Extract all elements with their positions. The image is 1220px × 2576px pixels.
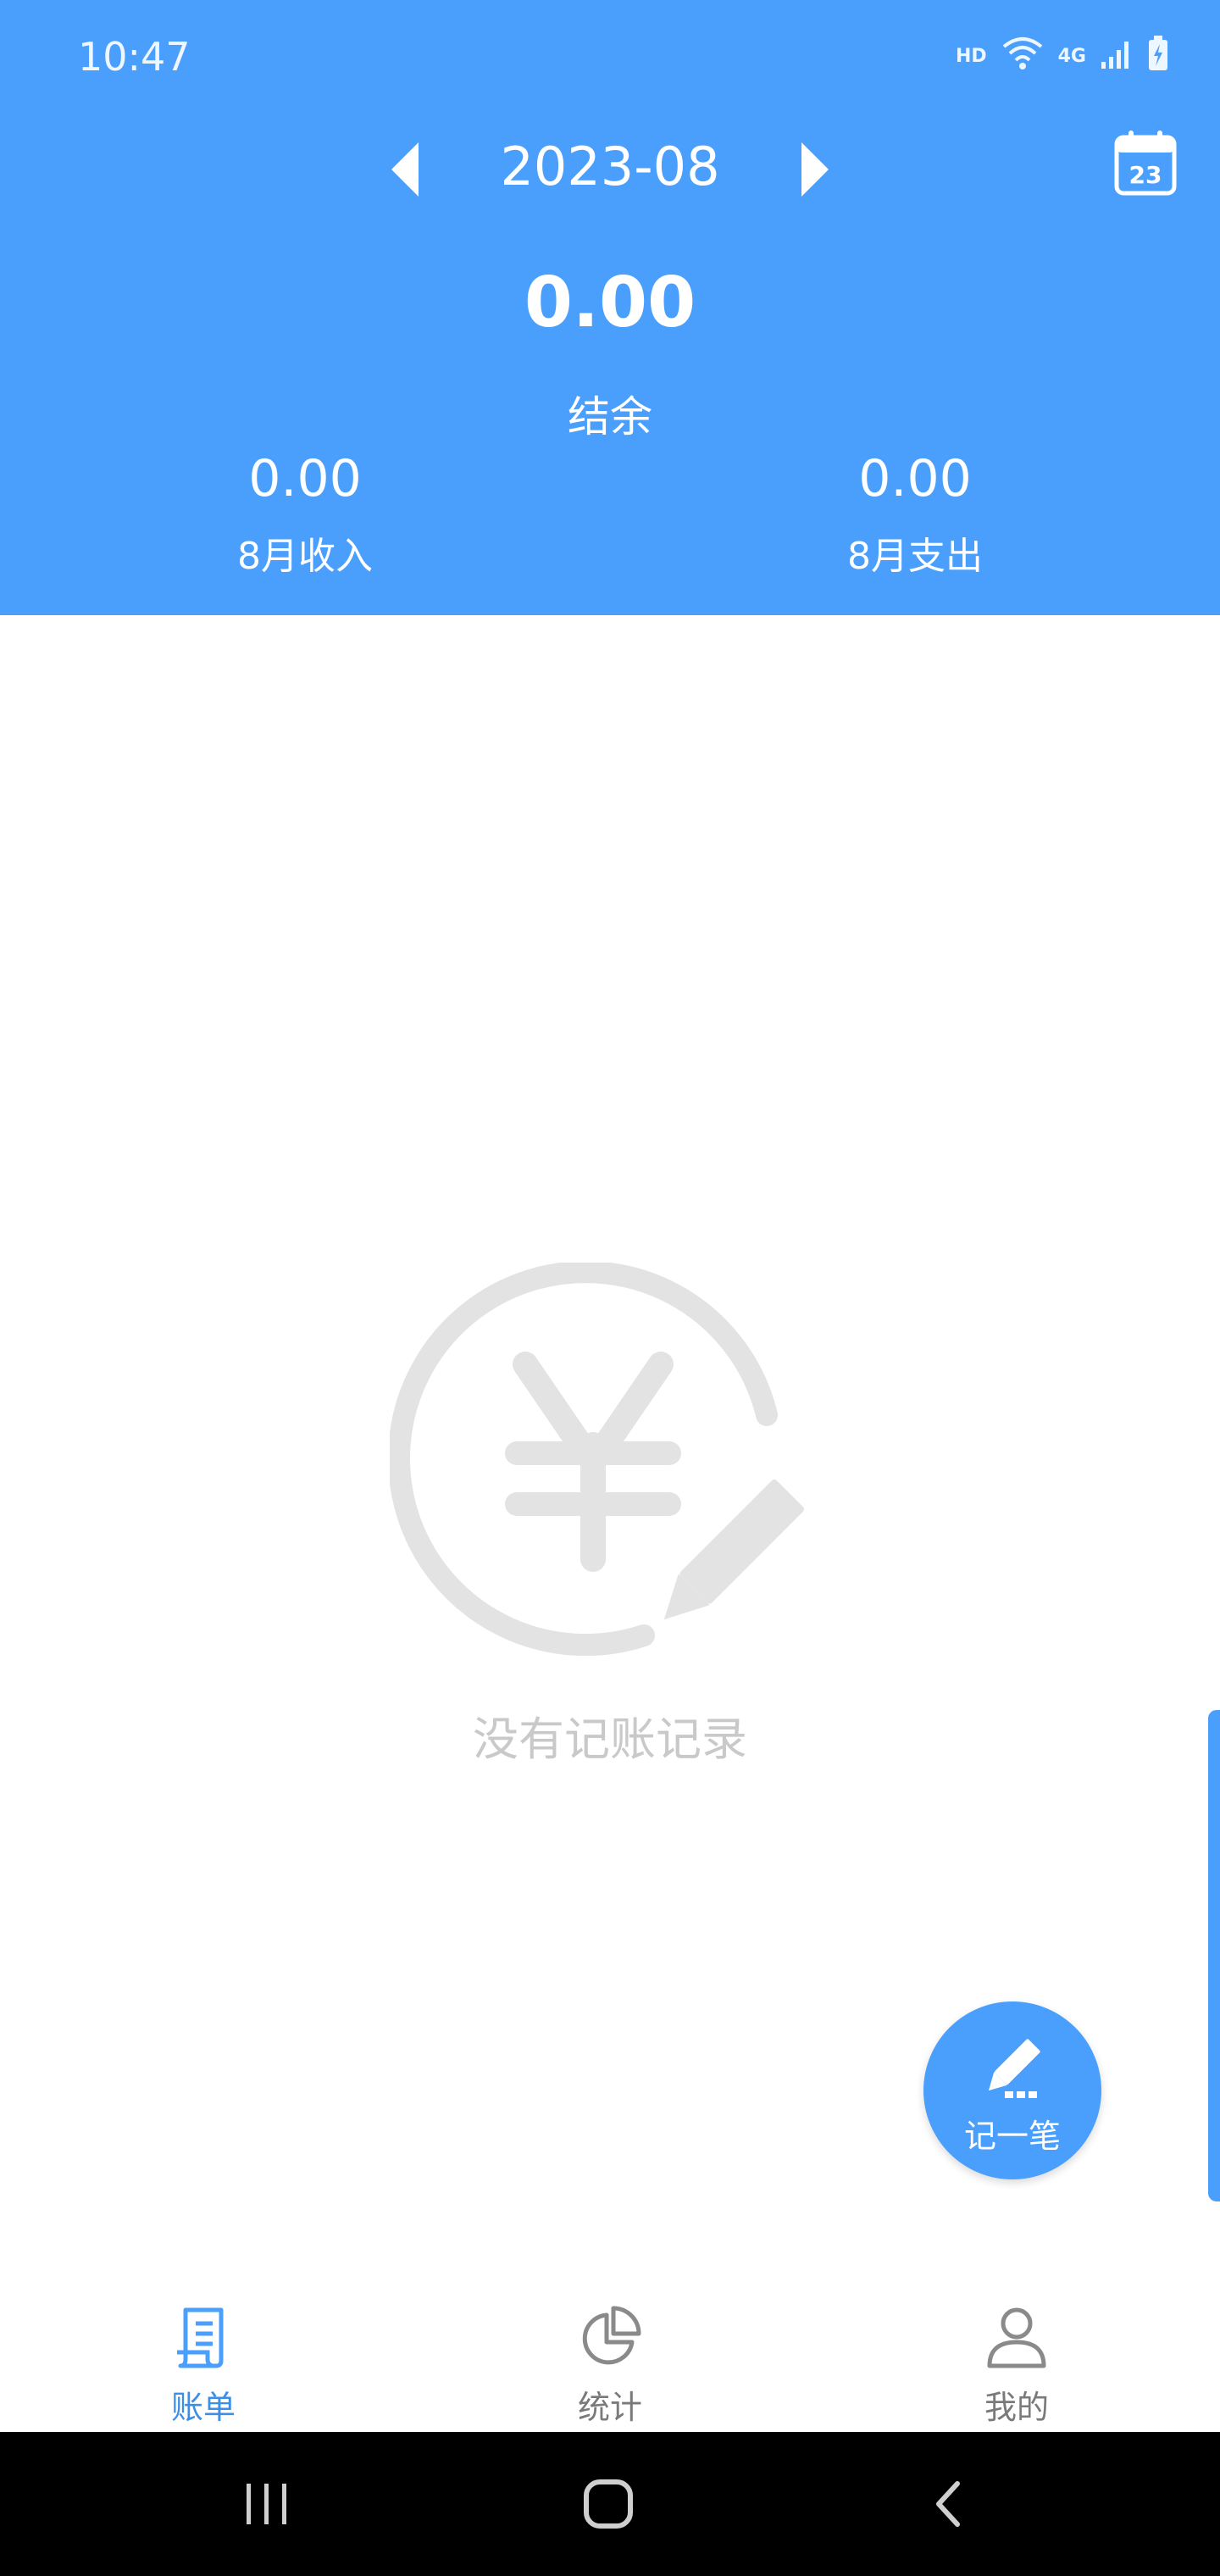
add-record-label: 记一笔 bbox=[963, 2118, 1061, 2155]
income-amount: 0.00 bbox=[248, 449, 362, 508]
home-button[interactable] bbox=[541, 2432, 676, 2576]
next-month-button[interactable] bbox=[801, 142, 829, 197]
recent-apps-button[interactable] bbox=[199, 2432, 335, 2576]
back-icon bbox=[936, 2481, 960, 2527]
summary-header: 10:47 HD 4G 2023-08 23 0.00 结余 0.00 8月收入 bbox=[0, 0, 1220, 615]
tab-mine-label: 我的 bbox=[984, 2389, 1049, 2426]
calendar-icon: 23 bbox=[1114, 130, 1177, 196]
hd-indicator: HD bbox=[955, 45, 987, 67]
battery-icon bbox=[1147, 35, 1169, 77]
pie-chart-icon bbox=[582, 2306, 641, 2365]
system-navigation-bar bbox=[0, 2432, 1220, 2576]
add-record-button[interactable]: 记一笔 bbox=[923, 2001, 1101, 2179]
balance-amount: 0.00 bbox=[524, 263, 696, 343]
tab-statistics-label: 统计 bbox=[577, 2389, 642, 2426]
tab-statistics[interactable]: 统计 bbox=[483, 2305, 737, 2428]
bottom-tab-bar: 账单 统计 我的 bbox=[0, 2279, 1220, 2432]
income-label: 8月收入 bbox=[237, 535, 373, 578]
pencil-icon bbox=[988, 2039, 1040, 2098]
expense-amount: 0.00 bbox=[858, 449, 972, 508]
current-month[interactable]: 2023-08 bbox=[0, 136, 1220, 197]
empty-record-icon bbox=[388, 1261, 830, 1661]
tab-bill[interactable]: 账单 bbox=[76, 2305, 330, 2428]
calendar-button[interactable]: 23 bbox=[1113, 129, 1178, 197]
empty-state-message: 没有记账记录 bbox=[473, 1713, 747, 1766]
tab-bill-label: 账单 bbox=[170, 2389, 236, 2426]
scrollbar[interactable] bbox=[1208, 1710, 1220, 2201]
signal-icon bbox=[1100, 36, 1134, 75]
income-summary: 0.00 8月收入 bbox=[136, 449, 474, 580]
expense-summary: 0.00 8月支出 bbox=[746, 449, 1084, 580]
bill-icon bbox=[177, 2307, 224, 2368]
wifi-icon bbox=[1001, 35, 1045, 77]
user-icon bbox=[987, 2307, 1046, 2368]
expense-label: 8月支出 bbox=[847, 535, 983, 578]
status-time: 10:47 bbox=[78, 34, 191, 80]
recent-apps-icon bbox=[247, 2484, 286, 2524]
status-icons: HD 4G bbox=[956, 31, 1169, 81]
tab-mine[interactable]: 我的 bbox=[890, 2305, 1144, 2428]
month-navigator: 2023-08 bbox=[0, 127, 1220, 212]
back-button[interactable] bbox=[881, 2432, 1017, 2576]
network-type: 4G bbox=[1057, 45, 1086, 67]
calendar-day: 23 bbox=[1129, 161, 1162, 189]
balance-label: 结余 bbox=[568, 392, 652, 441]
home-icon bbox=[584, 2479, 633, 2529]
